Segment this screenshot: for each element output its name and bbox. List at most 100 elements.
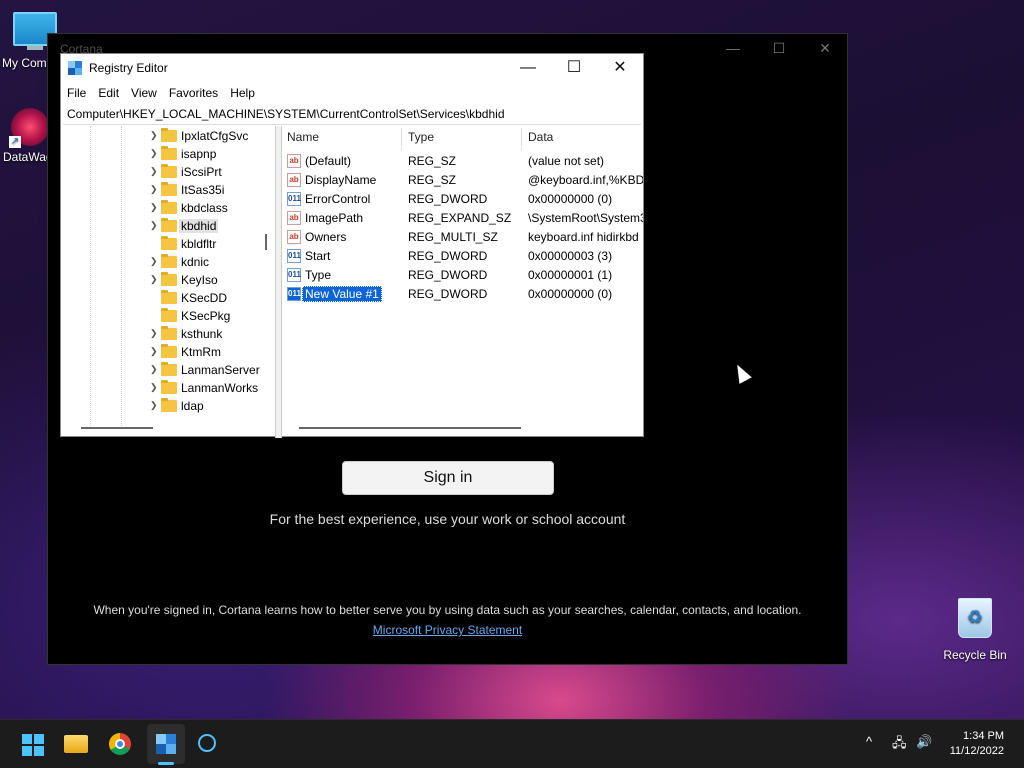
taskbar: ^ 🖧 🔊 1:34 PM 11/12/2022 — [0, 719, 1024, 768]
privacy-statement-link[interactable]: Microsoft Privacy Statement — [48, 623, 847, 637]
value-type: REG_DWORD — [408, 268, 488, 282]
tree-item[interactable]: KSecPkg — [63, 307, 263, 325]
value-type: REG_DWORD — [408, 249, 488, 263]
menu-view[interactable]: View — [125, 82, 163, 100]
column-header-type[interactable]: Type — [408, 130, 434, 144]
key-tree: ❯ IpxlatCfgSvc ❯ isapnp ❯ iScsiPrt ❯ ItSas35… — [63, 126, 276, 438]
value-data: 0x00000001 (1) — [528, 268, 613, 282]
binary-value-icon: 011 — [287, 192, 301, 206]
minimize-button[interactable]: — — [505, 54, 551, 82]
chevron-right-icon[interactable]: ❯ — [150, 346, 160, 357]
value-data: 0x00000003 (3) — [528, 249, 613, 263]
chevron-right-icon[interactable]: ❯ — [150, 328, 160, 339]
tree-item[interactable]: ❯ iScsiPrt — [63, 163, 263, 181]
tree-item[interactable]: ❯ LanmanWorks — [63, 379, 263, 397]
tree-item[interactable]: ❯ LanmanServer — [63, 361, 263, 379]
start-button[interactable] — [16, 728, 48, 760]
chevron-right-icon[interactable]: ❯ — [150, 148, 160, 159]
tree-item-label: KSecDD — [181, 291, 228, 305]
show-hidden-icons-chevron-icon[interactable]: ^ — [866, 734, 872, 749]
column-header-name[interactable]: Name — [287, 130, 319, 144]
window-title: Registry Editor — [89, 61, 168, 75]
tree-item[interactable]: ❯ KeyIso — [63, 271, 263, 289]
tree-item[interactable]: ❯ ldap — [63, 397, 263, 415]
chevron-right-icon[interactable]: ❯ — [150, 364, 160, 375]
cortana-privacy-note: When you're signed in, Cortana learns ho… — [93, 603, 802, 617]
cortana-minimize-button[interactable]: — — [723, 40, 743, 56]
volume-icon[interactable]: 🔊 — [916, 734, 932, 750]
column-header-data[interactable]: Data — [528, 130, 553, 144]
taskbar-cortana[interactable] — [192, 728, 224, 760]
tree-item[interactable]: ❯ KtmRm — [63, 343, 263, 361]
tree-item-selected[interactable]: ❯ kbdhid — [63, 217, 263, 235]
tree-item[interactable]: kbldfltr — [63, 235, 263, 253]
value-row[interactable]: 011 Start REG_DWORD 0x00000003 (3) — [281, 247, 643, 266]
chevron-right-icon[interactable]: ❯ — [150, 256, 160, 267]
menu-help[interactable]: Help — [224, 82, 261, 100]
cortana-close-button[interactable]: ✕ — [815, 40, 835, 57]
values-horizontal-scrollbar[interactable] — [299, 427, 521, 429]
binary-value-icon: 011 — [287, 268, 301, 282]
folder-icon — [64, 735, 88, 753]
sign-in-button[interactable]: Sign in — [342, 461, 554, 495]
chevron-right-icon[interactable]: ❯ — [150, 202, 160, 213]
chevron-right-icon[interactable]: ❯ — [150, 166, 160, 177]
tree-item-label: IpxlatCfgSvc — [181, 129, 249, 143]
value-data: @keyboard.inf,%KBDI — [528, 173, 643, 187]
folder-icon — [161, 308, 177, 322]
tree-vertical-scrollbar[interactable] — [265, 234, 267, 250]
title-bar[interactable]: Registry Editor — ☐ ✕ — [61, 54, 643, 82]
value-type: REG_SZ — [408, 154, 457, 168]
value-row[interactable]: 011 ErrorControl REG_DWORD 0x00000000 (0) — [281, 190, 643, 209]
menu-favorites[interactable]: Favorites — [163, 82, 224, 100]
clock[interactable]: 1:34 PM 11/12/2022 — [950, 729, 1004, 759]
value-data: 0x00000000 (0) — [528, 192, 613, 206]
taskbar-file-explorer[interactable] — [60, 728, 92, 760]
chevron-right-icon[interactable]: ❯ — [150, 130, 160, 141]
tree-item[interactable]: ❯ kdnic — [63, 253, 263, 271]
value-row[interactable]: ab DisplayName REG_SZ @keyboard.inf,%KBDI — [281, 171, 643, 190]
menu-file[interactable]: File — [61, 82, 92, 100]
value-row[interactable]: 011 Type REG_DWORD 0x00000001 (1) — [281, 266, 643, 285]
value-row[interactable]: ab (Default) REG_SZ (value not set) — [281, 152, 643, 171]
value-name-editing[interactable]: New Value #1 — [302, 286, 382, 302]
maximize-button[interactable]: ☐ — [551, 54, 597, 82]
clock-time: 1:34 PM — [963, 730, 1004, 742]
value-name: ErrorControl — [305, 192, 371, 206]
binary-value-icon: 011 — [287, 249, 301, 263]
value-row[interactable]: ab Owners REG_MULTI_SZ keyboard.inf hidirkb… — [281, 228, 643, 247]
menu-edit[interactable]: Edit — [92, 82, 125, 100]
taskbar-chrome[interactable] — [104, 728, 136, 760]
tree-item[interactable]: ❯ IpxlatCfgSvc — [63, 127, 263, 145]
chevron-right-icon[interactable]: ❯ — [150, 220, 160, 231]
column-separator[interactable] — [521, 128, 522, 150]
chevron-right-icon[interactable]: ❯ — [150, 382, 160, 393]
desktop-icon-recycle-bin[interactable]: Recycle Bin — [940, 598, 1010, 662]
folder-icon — [161, 398, 177, 412]
registry-editor-window: Registry Editor — ☐ ✕ File Edit View Favori… — [60, 53, 644, 438]
tree-horizontal-scrollbar[interactable] — [81, 427, 153, 429]
tree-item-label: kbldfltr — [181, 237, 217, 251]
tree-item[interactable]: ❯ isapnp — [63, 145, 263, 163]
value-type: REG_DWORD — [408, 287, 488, 301]
chevron-right-icon[interactable]: ❯ — [150, 184, 160, 195]
chevron-right-icon[interactable]: ❯ — [150, 400, 160, 411]
tree-item[interactable]: ❯ kbdclass — [63, 199, 263, 217]
tree-item[interactable]: ❯ ksthunk — [63, 325, 263, 343]
value-row[interactable]: ab ImagePath REG_EXPAND_SZ \SystemRoot\Syst… — [281, 209, 643, 228]
taskbar-registry-editor[interactable] — [150, 728, 182, 760]
value-data: 0x00000000 (0) — [528, 287, 613, 301]
chevron-right-icon[interactable]: ❯ — [150, 274, 160, 285]
value-row-selected[interactable]: 011 New Value #1 REG_DWORD 0x00000000 (0) — [281, 285, 643, 304]
tree-item[interactable]: KSecDD — [63, 289, 263, 307]
value-name: (Default) — [305, 154, 352, 168]
close-button[interactable]: ✕ — [597, 54, 643, 82]
cortana-maximize-button[interactable]: ☐ — [769, 40, 789, 57]
folder-icon — [161, 218, 177, 232]
column-separator[interactable] — [401, 128, 402, 150]
recycle-bin-icon — [958, 598, 992, 638]
tree-item[interactable]: ❯ ItSas35i — [63, 181, 263, 199]
address-bar[interactable]: Computer\HKEY_LOCAL_MACHINE\SYSTEM\Curre… — [63, 105, 641, 125]
tree-item-label: kbdhid — [179, 219, 219, 233]
network-icon[interactable]: 🖧 — [892, 734, 907, 756]
